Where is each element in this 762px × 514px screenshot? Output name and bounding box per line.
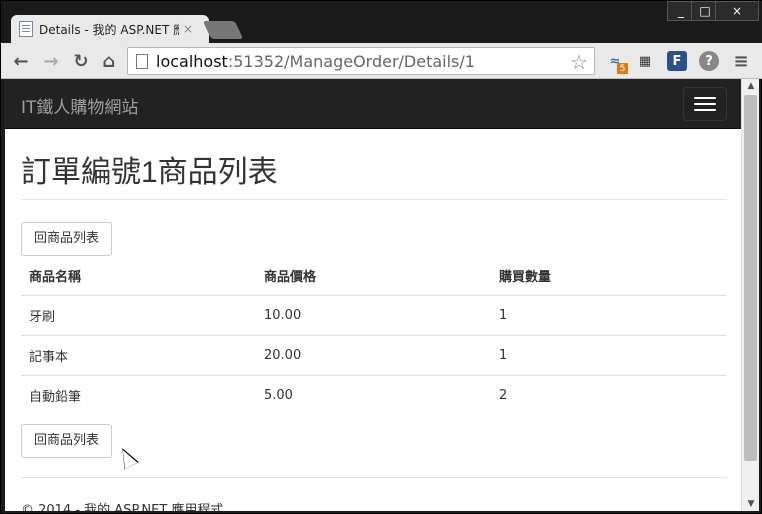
f-extension-icon[interactable]: F <box>667 51 687 71</box>
back-arrow-icon[interactable]: ← <box>9 49 33 73</box>
product-name-cell: 牙刷 <box>21 295 256 336</box>
reload-icon[interactable]: ↻ <box>69 49 93 73</box>
url-text: localhost:51352/ManageOrder/Details/1 <box>156 52 475 71</box>
hamburger-bar-icon <box>694 109 716 111</box>
product-name-cell: 記事本 <box>21 335 256 376</box>
back-to-list-button-bottom[interactable]: 回商品列表 <box>21 424 113 458</box>
page-viewport: IT鐵人購物網站 訂單編號1商品列表 回商品列表 商品名稱 商品價格 購買數量 <box>5 79 741 511</box>
home-icon[interactable]: ⌂ <box>97 49 121 73</box>
bookmark-star-icon[interactable]: ☆ <box>570 50 588 74</box>
extension-badge: 5 <box>617 63 628 74</box>
product-price-cell: 10.00 <box>256 295 491 336</box>
column-header: 商品價格 <box>256 256 491 296</box>
url-host: localhost <box>156 51 228 71</box>
footer-text: © 2014 - 我的 ASP.NET 應用程式 <box>21 503 224 511</box>
hamburger-bar-icon <box>694 97 716 99</box>
site-brand[interactable]: IT鐵人購物網站 <box>21 93 138 118</box>
column-header: 購買數量 <box>491 256 727 296</box>
help-icon[interactable]: ? <box>699 51 719 71</box>
product-price-cell: 20.00 <box>256 335 491 376</box>
scroll-up-icon[interactable]: ▲ <box>742 79 760 93</box>
title-divider <box>21 199 727 200</box>
tab-title: Details - 我的 ASP.NET 應 <box>39 22 179 37</box>
scroll-down-icon[interactable]: ▼ <box>742 497 760 511</box>
quantity-cell: 2 <box>491 375 727 415</box>
close-window-button[interactable]: × <box>715 1 759 21</box>
browser-window: Details - 我的 ASP.NET 應 × _ □ × ← → ↻ ⌂ l… <box>0 0 762 514</box>
page-title: 訂單編號1商品列表 <box>21 156 278 189</box>
product-name-cell: 自動鉛筆 <box>21 375 256 415</box>
back-to-list-button[interactable]: 回商品列表 <box>21 222 113 256</box>
table-row: 牙刷 10.00 1 <box>21 295 727 336</box>
title-bar: Details - 我的 ASP.NET 應 × _ □ × <box>1 1 762 43</box>
page-document-icon <box>19 21 33 37</box>
navbar-toggle-button[interactable] <box>683 87 727 121</box>
browser-toolbar: ← → ↻ ⌂ localhost:51352/ManageOrder/Deta… <box>1 43 762 79</box>
column-header: 商品名稱 <box>21 256 256 296</box>
tab-close-icon[interactable]: × <box>183 22 193 36</box>
scroll-thumb[interactable] <box>744 95 757 461</box>
address-bar[interactable]: localhost:51352/ManageOrder/Details/1 ☆ <box>127 47 595 75</box>
quantity-cell: 1 <box>491 295 727 336</box>
qr-code-icon[interactable]: ▦ <box>635 51 655 71</box>
quantity-cell: 1 <box>491 335 727 376</box>
table-row: 記事本 20.00 1 <box>21 335 727 376</box>
menu-icon[interactable]: ≡ <box>731 51 751 72</box>
site-navbar: IT鐵人購物網站 <box>5 79 741 129</box>
page-info-icon[interactable] <box>136 53 148 69</box>
main-container: 訂單編號1商品列表 回商品列表 商品名稱 商品價格 購買數量 牙刷 10.00 … <box>21 129 727 511</box>
browser-tab-active[interactable]: Details - 我的 ASP.NET 應 × <box>11 15 209 43</box>
table-header-row: 商品名稱 商品價格 購買數量 <box>21 256 727 296</box>
footer-divider <box>21 477 727 478</box>
forward-arrow-icon[interactable]: → <box>39 49 63 73</box>
order-items-table: 商品名稱 商品價格 購買數量 牙刷 10.00 1 記事本 20.00 1 自動… <box>21 256 727 415</box>
table-row: 自動鉛筆 5.00 2 <box>21 375 727 415</box>
url-path: :51352/ManageOrder/Details/1 <box>227 51 475 71</box>
hamburger-bar-icon <box>694 103 716 105</box>
product-price-cell: 5.00 <box>256 375 491 415</box>
vertical-scrollbar[interactable]: ▲ ▼ <box>741 79 759 511</box>
